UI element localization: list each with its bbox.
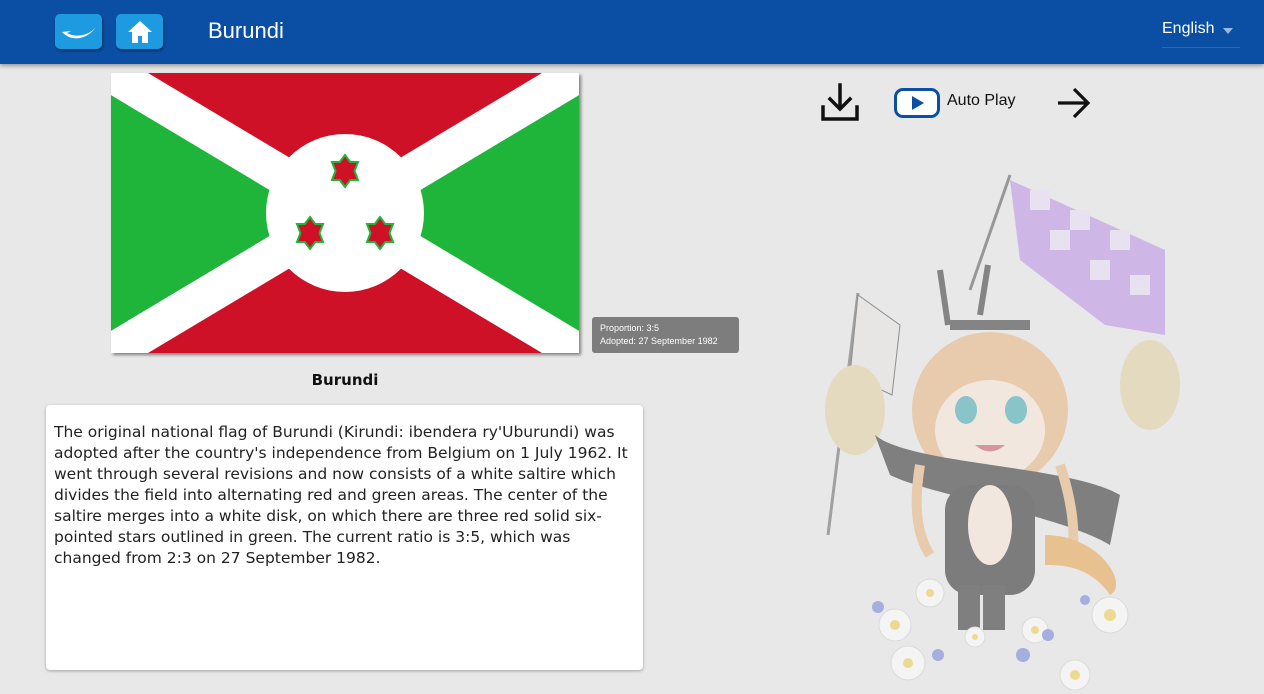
chevron-down-icon	[1223, 28, 1233, 34]
flag-caption: Burundi	[311, 371, 379, 389]
home-icon	[127, 20, 152, 43]
flag-adopted-date: Adopted: 27 September 1982	[600, 336, 718, 346]
flag-info-tooltip: Proportion: 3:5 Adopted: 27 September 19…	[592, 317, 739, 353]
logo-button[interactable]	[55, 14, 102, 49]
burundi-flag	[101, 56, 589, 370]
download-button[interactable]	[818, 82, 862, 124]
flag-image	[101, 56, 589, 370]
logo-swoosh-icon	[61, 26, 96, 38]
autoplay-toggle[interactable]: Auto Play	[894, 86, 1034, 118]
play-icon	[894, 88, 940, 118]
autoplay-label: Auto Play	[947, 92, 1016, 109]
language-label: English	[1162, 20, 1215, 37]
mascot-illustration	[820, 165, 1200, 691]
home-button[interactable]	[116, 14, 163, 49]
download-icon	[821, 83, 859, 121]
description-card: The original national flag of Burundi (K…	[46, 405, 643, 670]
flag-proportion: Proportion: 3:5	[600, 323, 660, 333]
top-bar: Burundi English	[0, 0, 1264, 64]
arrow-right-icon	[1058, 87, 1091, 119]
page-title: Burundi	[208, 18, 284, 43]
language-select[interactable]: English	[1162, 20, 1240, 48]
next-button[interactable]	[1055, 86, 1093, 120]
flag-description: The original national flag of Burundi (K…	[54, 423, 628, 567]
